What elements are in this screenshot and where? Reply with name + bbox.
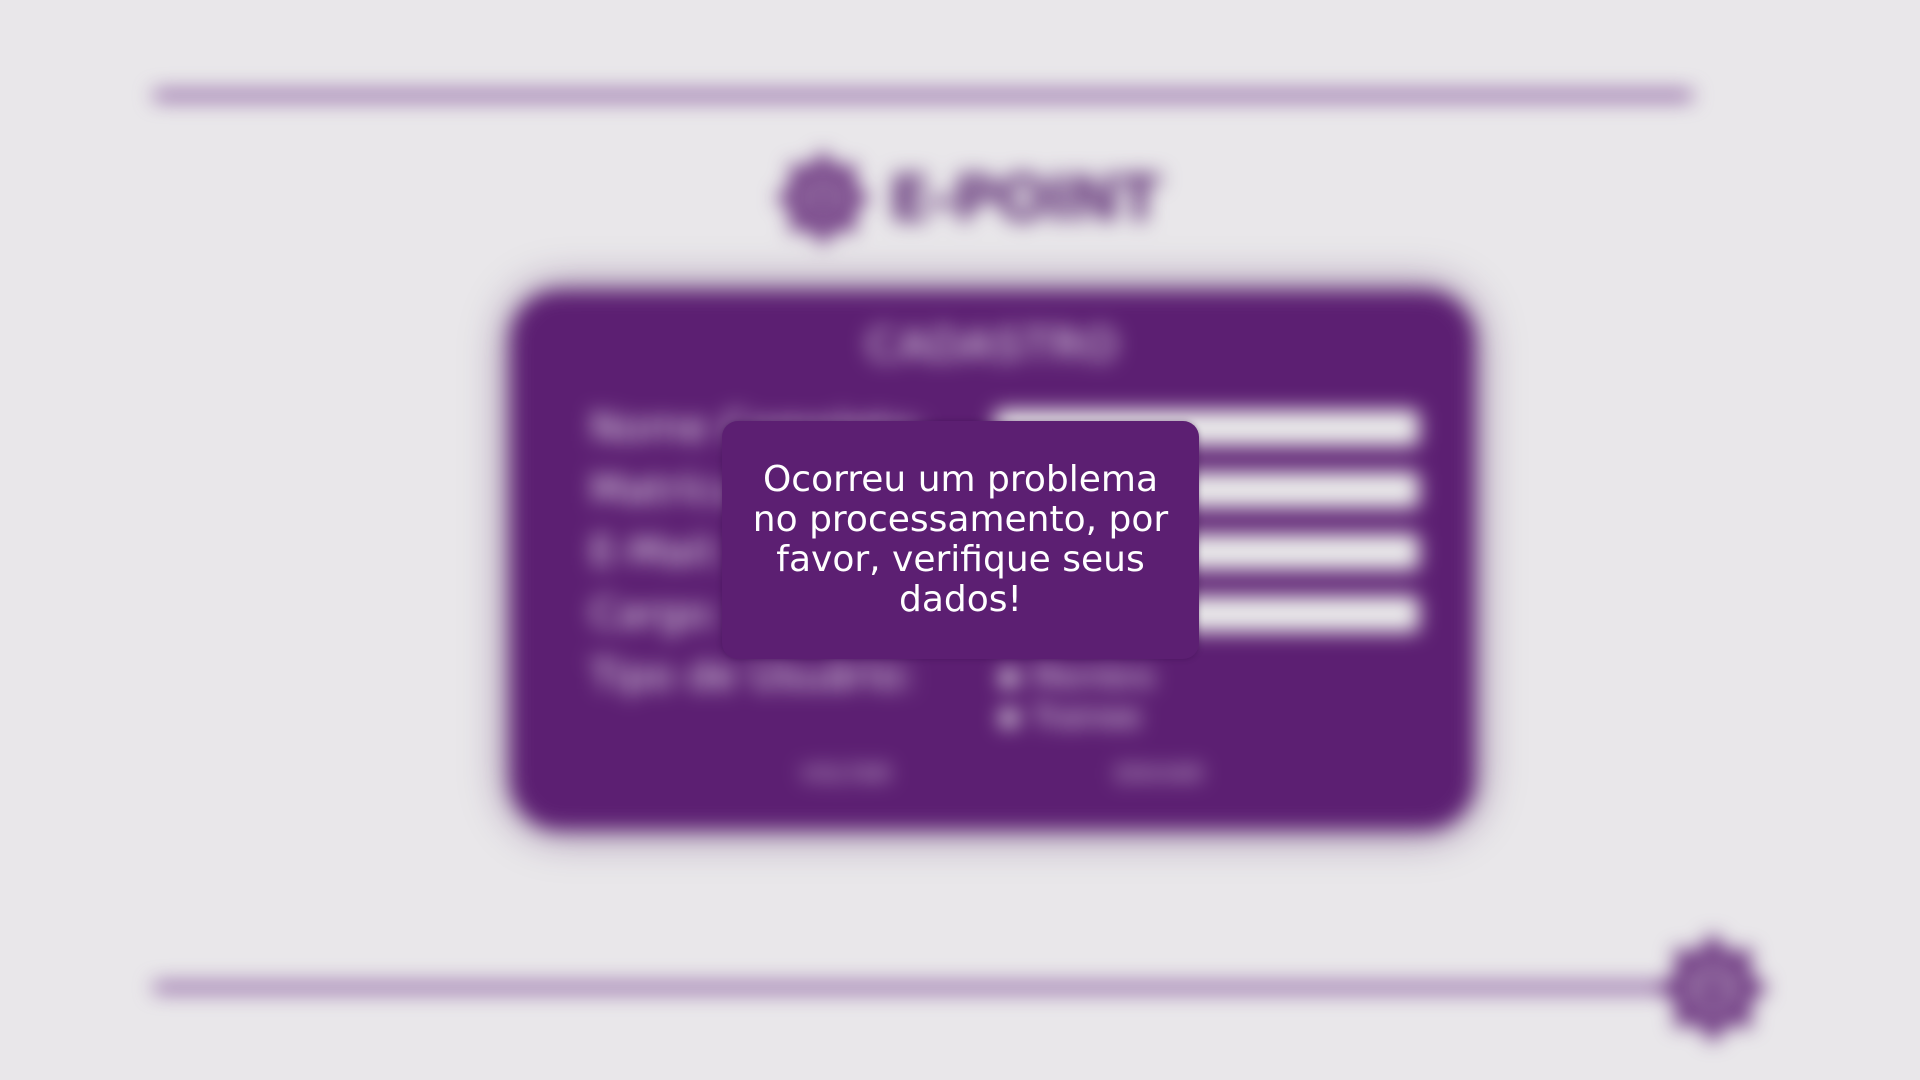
radio-membro[interactable]: Membro <box>1000 660 1155 695</box>
top-divider <box>153 91 1693 100</box>
gear-e-icon <box>778 153 868 243</box>
error-dialog[interactable]: Ocorreu um problema no processamento, po… <box>722 421 1199 659</box>
brand-logo: E-POINT <box>775 150 1160 246</box>
brand-name: E-POINT <box>889 161 1160 235</box>
radio-trainee[interactable]: Trainee <box>1000 700 1141 735</box>
submit-button[interactable]: ENVIAR <box>1110 760 1210 788</box>
radio-trainee-dot[interactable] <box>1000 708 1018 727</box>
form-title: CADASTRO <box>866 320 1119 371</box>
radio-membro-dot[interactable] <box>1000 668 1018 687</box>
gear-e-icon <box>1661 936 1765 1040</box>
radio-membro-label: Membro <box>1032 660 1155 695</box>
error-message: Ocorreu um problema no processamento, po… <box>752 459 1169 620</box>
radio-trainee-label: Trainee <box>1032 700 1141 735</box>
bottom-divider <box>153 983 1713 992</box>
label-email: E-Mail: <box>590 529 725 575</box>
label-tipo: Tipo de Usuário: <box>590 653 916 699</box>
label-cargo: Cargo: <box>590 591 722 637</box>
back-button[interactable]: VOLTAR <box>795 760 898 788</box>
